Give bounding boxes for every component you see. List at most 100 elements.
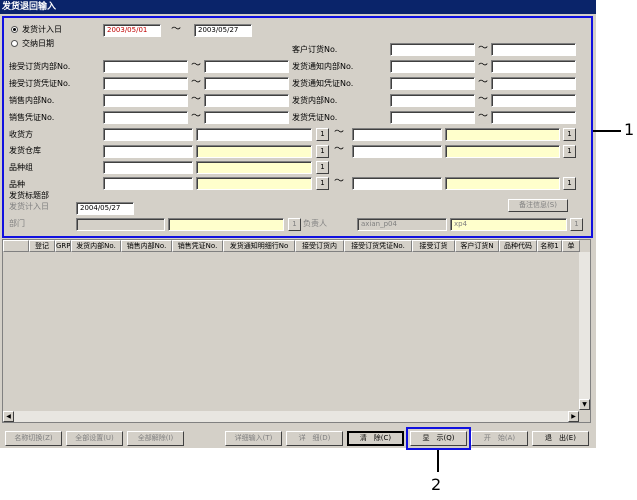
toggle-name-button[interactable]: 名称切换(Z) (5, 431, 62, 446)
callout-2-line (437, 450, 439, 472)
col-header[interactable]: 单 (562, 240, 580, 252)
notice-voucher-no-from[interactable] (390, 77, 475, 90)
sales-voucher-no-to[interactable] (204, 111, 289, 124)
product-group-lookup-button[interactable]: 1 (316, 161, 329, 174)
customer-code-to[interactable] (352, 128, 442, 141)
tilde: ～ (334, 144, 344, 155)
detail-input-button[interactable]: 详细输入(T) (225, 431, 282, 446)
date-from-field[interactable]: 2003/05/01 (103, 24, 161, 37)
vertical-scrollbar[interactable]: ▼ (579, 252, 590, 410)
order-voucher-no-to[interactable] (204, 77, 289, 90)
col-header[interactable]: 名称1 (537, 240, 562, 252)
tilde: ～ (191, 60, 201, 71)
label-department: 部门 (9, 219, 25, 228)
warehouse-name-from (196, 145, 312, 158)
customer-to-lookup-button[interactable]: 1 (563, 128, 576, 141)
customer-name-from (196, 128, 312, 141)
col-header[interactable]: 接受订货凭证No. (344, 240, 412, 252)
label-product: 品种 (9, 180, 25, 189)
col-header[interactable]: GRP (55, 240, 71, 252)
warehouse-to-lookup-button[interactable]: 1 (563, 145, 576, 158)
ship-internal-no-to[interactable] (491, 94, 576, 107)
customer-order-no-to[interactable] (491, 43, 576, 56)
tilde: ～ (478, 77, 488, 88)
window-title: 发货退回输入 (0, 0, 596, 14)
sales-internal-no-to[interactable] (204, 94, 289, 107)
col-header[interactable] (3, 240, 29, 252)
tilde: ～ (334, 176, 344, 187)
product-code-to[interactable] (352, 177, 442, 190)
label-notice-voucher-no: 发货通知凭证No. (292, 79, 354, 88)
display-button-highlight-frame (406, 427, 471, 450)
product-name-to (445, 177, 560, 190)
person-lookup-button[interactable]: 1 (570, 218, 583, 231)
callout-1-line (593, 130, 621, 132)
col-header[interactable]: 接受订货内 (295, 240, 344, 252)
set-all-button[interactable]: 全部设置(U) (66, 431, 123, 446)
label-customer-order-no: 客户订货No. (292, 45, 338, 54)
label-sales-voucher-no: 销售凭证No. (9, 113, 55, 122)
col-header[interactable]: 品种代码 (499, 240, 537, 252)
col-header[interactable]: 客户订货N (455, 240, 499, 252)
label-customer: 收货方 (9, 130, 33, 139)
detail-button[interactable]: 详 细(D) (286, 431, 343, 446)
customer-name-to (445, 128, 560, 141)
ship-voucher-no-from[interactable] (390, 111, 475, 124)
label-warehouse: 发货仓库 (9, 146, 41, 155)
order-internal-no-from[interactable] (103, 60, 188, 73)
tilde: ～ (191, 94, 201, 105)
radio-delivery-date[interactable] (11, 40, 18, 47)
col-header[interactable]: 销售凭证No. (172, 240, 223, 252)
notice-voucher-no-to[interactable] (491, 77, 576, 90)
col-header[interactable]: 发货内部No. (71, 240, 121, 252)
customer-code-from[interactable] (103, 128, 193, 141)
scroll-down-arrow-icon[interactable]: ▼ (579, 399, 590, 410)
product-to-lookup-button[interactable]: 1 (563, 177, 576, 190)
tilde: ～ (478, 111, 488, 122)
label-ship-voucher-no: 发货凭证No. (292, 113, 338, 122)
ship-voucher-no-to[interactable] (491, 111, 576, 124)
label-sales-internal-no: 销售内部No. (9, 96, 55, 105)
customer-from-lookup-button[interactable]: 1 (316, 128, 329, 141)
col-header[interactable]: 销售内部No. (121, 240, 172, 252)
sales-voucher-no-from[interactable] (103, 111, 188, 124)
warehouse-name-to (445, 145, 560, 158)
exit-button[interactable]: 退 出(E) (532, 431, 589, 446)
clear-button[interactable]: 清 除(C) (347, 431, 404, 446)
notice-internal-no-from[interactable] (390, 60, 475, 73)
ship-internal-no-from[interactable] (390, 94, 475, 107)
start-button[interactable]: 开 始(A) (471, 431, 528, 446)
product-group-code[interactable] (103, 161, 193, 174)
person-name: xp4 (450, 218, 567, 231)
horizontal-scrollbar[interactable]: ◀ ▶ (3, 411, 579, 422)
department-lookup-button[interactable]: 1 (288, 218, 301, 231)
detail-grid[interactable]: 登记 GRP 发货内部No. 销售内部No. 销售凭证No. 发货通知明细行No… (2, 239, 591, 423)
label-order-voucher-no: 接受订货凭证No. (9, 79, 71, 88)
order-internal-no-to[interactable] (204, 60, 289, 73)
department-code (76, 218, 165, 231)
col-header[interactable]: 接受订货 (412, 240, 455, 252)
warehouse-code-from[interactable] (103, 145, 193, 158)
warehouse-code-to[interactable] (352, 145, 442, 158)
warehouse-from-lookup-button[interactable]: 1 (316, 145, 329, 158)
radio-ship-date[interactable] (11, 26, 18, 33)
col-header[interactable]: 登记 (29, 240, 55, 252)
radio-delivery-date-label: 交纳日期 (22, 39, 54, 48)
tilde: ～ (478, 94, 488, 105)
order-voucher-no-from[interactable] (103, 77, 188, 90)
note-info-button[interactable]: 备注信息(S) (508, 199, 568, 212)
product-code-from[interactable] (103, 177, 193, 190)
scroll-left-arrow-icon[interactable]: ◀ (3, 411, 14, 422)
ship-date-field[interactable]: 2004/05/27 (76, 202, 134, 215)
sales-internal-no-from[interactable] (103, 94, 188, 107)
date-to-field[interactable]: 2003/05/27 (194, 24, 252, 37)
app-window: 发货退回输入 发货计入日 交纳日期 2003/05/01 ～ 2003/05/2… (0, 0, 596, 450)
label-person: 负责人 (303, 219, 327, 228)
product-from-lookup-button[interactable]: 1 (316, 177, 329, 190)
customer-order-no-from[interactable] (390, 43, 475, 56)
col-header[interactable]: 发货通知明细行No (223, 240, 295, 252)
product-name-from (196, 177, 312, 190)
notice-internal-no-to[interactable] (491, 60, 576, 73)
scroll-right-arrow-icon[interactable]: ▶ (568, 411, 579, 422)
clear-all-button[interactable]: 全部解除(I) (127, 431, 184, 446)
